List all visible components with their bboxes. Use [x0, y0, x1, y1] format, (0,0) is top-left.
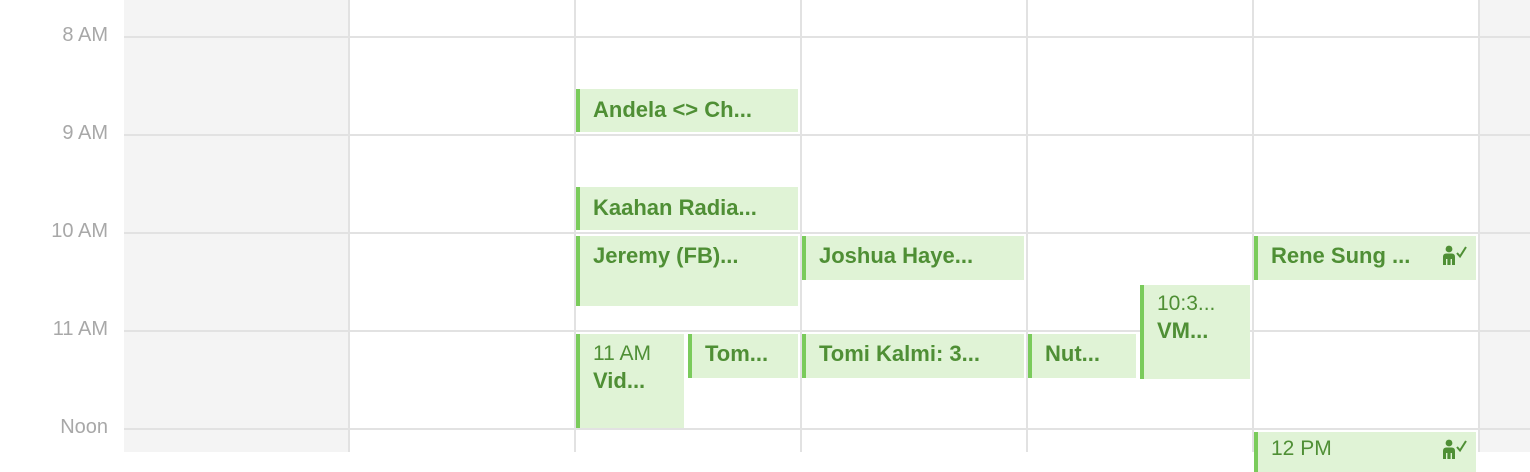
event-joshua[interactable]: Joshua Haye...: [802, 236, 1024, 280]
hour-label-11am: 11 AM: [52, 318, 108, 340]
event-noon[interactable]: 12 PM: [1254, 432, 1476, 472]
event-title: Tomi Kalmi: 3...: [819, 341, 980, 366]
event-time: 11 AM: [593, 342, 651, 365]
day-column-saturday[interactable]: [1478, 0, 1530, 452]
day-column-sunday[interactable]: [124, 0, 349, 452]
hour-line-8am: [124, 36, 1530, 38]
time-gutter: 8 AM 9 AM 10 AM 11 AM Noon: [0, 0, 124, 452]
event-tom[interactable]: Tom...: [688, 334, 798, 378]
hour-line-10am: [124, 232, 1530, 234]
hour-label-9am: 9 AM: [62, 122, 108, 144]
day-column-thursday[interactable]: [1026, 0, 1253, 452]
hour-line-11am: [124, 330, 1530, 332]
day-column-wednesday[interactable]: [800, 0, 1027, 452]
hour-label-noon: Noon: [60, 416, 108, 438]
day-column-monday[interactable]: [348, 0, 575, 452]
event-title: Vid...: [593, 368, 646, 393]
day-column-friday[interactable]: [1252, 0, 1479, 452]
event-vid[interactable]: 11 AM Vid...: [576, 334, 684, 428]
event-title: Kaahan Radia...: [593, 195, 757, 220]
event-andela[interactable]: Andela <> Ch...: [576, 89, 798, 132]
event-nut[interactable]: Nut...: [1028, 334, 1136, 378]
event-jeremy[interactable]: Jeremy (FB)...: [576, 236, 798, 306]
event-kaahan[interactable]: Kaahan Radia...: [576, 187, 798, 230]
event-title: Andela <> Ch...: [593, 97, 752, 122]
attendee-accepted-icon: [1442, 244, 1468, 271]
event-title: Jeremy (FB)...: [593, 243, 739, 268]
hour-line-noon: [124, 428, 1530, 430]
event-vm[interactable]: 10:3... VM...: [1140, 285, 1250, 379]
event-time: 10:3...: [1157, 292, 1216, 315]
event-title: Nut...: [1045, 341, 1100, 366]
event-title: Joshua Haye...: [819, 243, 974, 268]
event-title: Tom...: [705, 341, 769, 366]
hour-label-10am: 10 AM: [51, 220, 108, 242]
event-tomi[interactable]: Tomi Kalmi: 3...: [802, 334, 1024, 378]
hour-label-8am: 8 AM: [62, 24, 108, 46]
event-rene[interactable]: Rene Sung ...: [1254, 236, 1476, 280]
hour-line-9am: [124, 134, 1530, 136]
event-title: VM...: [1157, 318, 1209, 343]
